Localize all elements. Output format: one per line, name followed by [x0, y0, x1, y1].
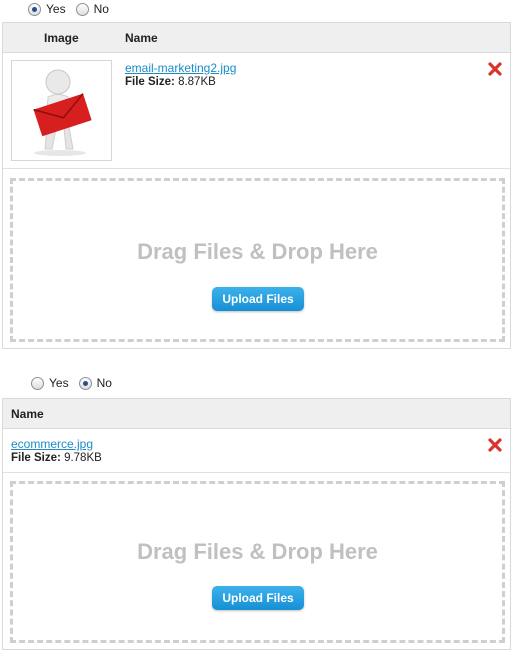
file-size: File Size: 9.78KB — [11, 452, 102, 464]
drop-zone[interactable]: Drag Files & Drop Here Upload Files — [10, 178, 505, 342]
radio-button[interactable] — [31, 376, 44, 390]
person-with-envelope-icon — [33, 69, 92, 156]
file-size-label: File Size: — [125, 76, 175, 88]
upload-files-button[interactable]: Upload Files — [212, 287, 304, 311]
column-header-image: Image — [44, 31, 79, 45]
no-label: No — [96, 376, 112, 390]
radio-button-checked[interactable] — [28, 2, 41, 16]
yes-radio[interactable]: Yes — [28, 2, 66, 16]
no-radio[interactable]: No — [78, 376, 112, 390]
table-header: Image Name — [3, 23, 510, 53]
table-row: email-marketing2.jpg File Size: 8.87KB — [3, 53, 510, 169]
yes-radio[interactable]: Yes — [31, 376, 69, 390]
drop-zone-text: Drag Files & Drop Here — [137, 539, 378, 564]
file-name-link[interactable]: email-marketing2.jpg — [125, 61, 236, 75]
column-header-name: Name — [125, 31, 158, 45]
table-row: ecommerce.jpg File Size: 9.78KB — [3, 429, 510, 473]
file-size-value: 8.87KB — [178, 76, 216, 88]
delete-icon[interactable] — [487, 437, 503, 453]
upload-files-button[interactable]: Upload Files — [212, 586, 304, 610]
radio-button-checked[interactable] — [78, 376, 92, 390]
column-header-name: Name — [11, 407, 44, 421]
file-size-value: 9.78KB — [64, 452, 102, 464]
thumbnail-image — [11, 60, 112, 161]
file-size-label: File Size: — [11, 452, 61, 464]
file-upload-panel-1: Image Name email-marketing2.jpg File Siz… — [2, 22, 511, 349]
file-size: File Size: 8.87KB — [125, 76, 216, 88]
drop-zone-text: Drag Files & Drop Here — [137, 239, 378, 264]
table-header: Name — [3, 399, 510, 429]
delete-icon[interactable] — [487, 61, 503, 77]
yes-label: Yes — [49, 376, 69, 390]
section1-radio-group: Yes No — [28, 0, 119, 18]
yes-label: Yes — [46, 2, 66, 16]
file-upload-panel-2: Name ecommerce.jpg File Size: 9.78KB Dra… — [2, 398, 511, 650]
radio-button[interactable] — [75, 2, 89, 16]
no-label: No — [93, 2, 109, 16]
drop-zone[interactable]: Drag Files & Drop Here Upload Files — [10, 481, 505, 643]
section2-radio-group: Yes No — [31, 374, 122, 392]
no-radio[interactable]: No — [75, 2, 109, 16]
file-name-link[interactable]: ecommerce.jpg — [11, 437, 93, 451]
